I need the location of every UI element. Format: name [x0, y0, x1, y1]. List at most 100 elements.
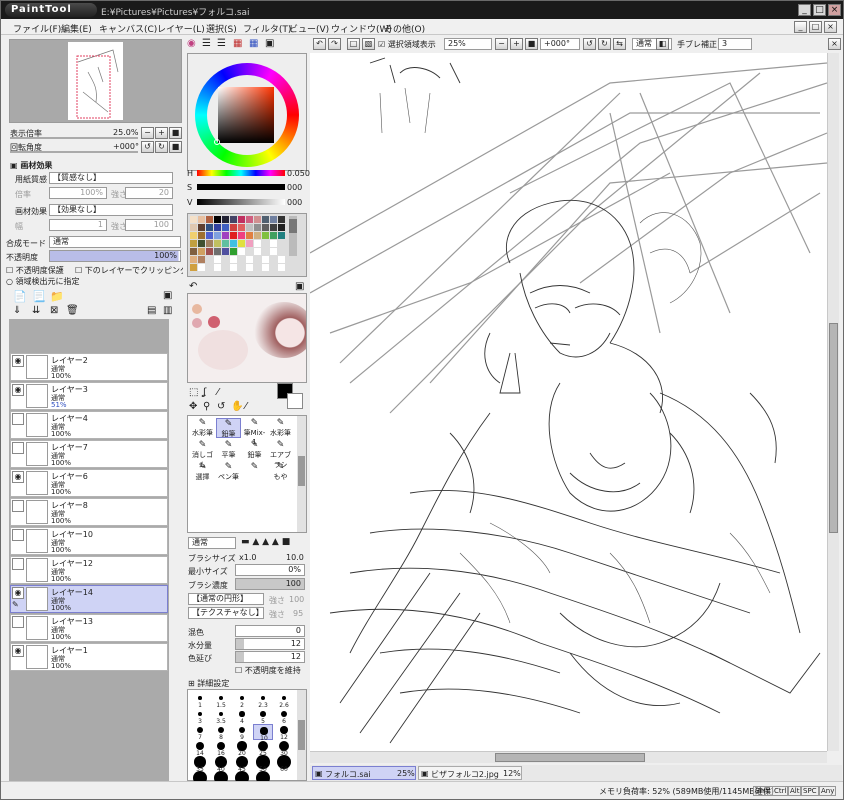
drawing-canvas[interactable] [310, 53, 827, 751]
brush-tool-slot[interactable]: ✎ 選擇 [190, 462, 215, 482]
menu-edit[interactable]: 編集(E) [61, 22, 92, 35]
scratchpad-menu-icon[interactable]: ▣ [295, 281, 304, 292]
clipping-checkbox[interactable]: ☐ 下のレイヤーでクリッピング [75, 265, 188, 276]
brush-tool-slot[interactable]: ✎ 平筆 [216, 440, 241, 460]
brush-size-cell[interactable]: 50 [253, 755, 273, 773]
layer-item[interactable]: ◉ ✎ レイヤー14 通常 100% [10, 585, 168, 613]
brush-size-cell[interactable]: 2.6 [274, 692, 294, 709]
hidden-eye-icon[interactable] [12, 558, 24, 570]
detail-settings-toggle[interactable]: ⊞ 詳細設定 [188, 678, 229, 689]
toolbar-zoom-reset-button[interactable]: ■ [525, 38, 538, 50]
mirror-button[interactable]: ◧ [656, 38, 669, 50]
zoom-out-button[interactable]: − [141, 127, 154, 139]
water-slider[interactable]: 12 [235, 638, 305, 650]
secondary-color-swatch[interactable] [287, 393, 303, 409]
brush-size-cell[interactable]: 3 [190, 708, 210, 725]
brush-tool-slot[interactable]: ✎ 筆Mix-1 [242, 418, 267, 446]
brush-tool-slot[interactable]: ✎ エアブラシ [268, 440, 293, 469]
brush-size-cell[interactable]: 20 [232, 740, 252, 757]
undo-button[interactable]: ↶ [313, 38, 326, 50]
brush-shape-select[interactable]: 【通常の円形】 [188, 593, 264, 605]
effect-intensity-field[interactable]: 100 [125, 219, 173, 231]
layer-panel-menu-icon[interactable]: ▣ [163, 290, 172, 301]
hidden-eye-icon[interactable] [12, 442, 24, 454]
eyedropper-icon[interactable]: ⁄ [245, 401, 247, 412]
brush-size-cell[interactable]: 7 [190, 724, 210, 741]
menu-canvas[interactable]: キャンバス(C) [99, 22, 157, 35]
brush-tool-slot[interactable]: ✎ もや [268, 462, 293, 482]
mdi-close-button[interactable]: × [824, 21, 837, 33]
canvas-horizontal-scrollbar[interactable] [310, 751, 827, 763]
zoom-tool-icon[interactable]: ⚲ [203, 401, 210, 412]
layer-item[interactable]: ◉ レイヤー3 通常 51% [10, 382, 168, 410]
brush-size-cell[interactable]: 2.3 [253, 692, 273, 709]
stretch-slider[interactable]: 12 [235, 651, 305, 663]
brush-size-cell[interactable]: 45 [232, 755, 252, 773]
eye-icon[interactable]: ◉ [12, 384, 24, 396]
lasso-icon[interactable]: ʆ [203, 387, 206, 398]
new-folder-icon[interactable]: 📁 [50, 290, 64, 303]
zoom-in-button[interactable]: + [155, 127, 168, 139]
collapse-icon[interactable]: ▣ [10, 161, 18, 170]
menu-window[interactable]: ウィンドウ(W) [331, 22, 392, 35]
brush-size-cell[interactable]: 9 [232, 724, 252, 741]
new-layer-icon[interactable]: 📄 [13, 290, 27, 303]
brush-size-cell[interactable]: 16 [211, 740, 231, 757]
sv-square[interactable] [218, 87, 274, 143]
navigator[interactable] [9, 39, 182, 123]
layer-item[interactable]: レイヤー4 通常 100% [10, 411, 168, 439]
brush-size-cell[interactable]: 60 [274, 755, 294, 773]
menu-view[interactable]: ビュー(V) [289, 22, 329, 35]
delete-layer-icon[interactable]: 🗑 [66, 305, 79, 316]
scratch-pad[interactable] [187, 293, 307, 383]
brush-size-cell[interactable]: 25 [253, 740, 273, 757]
hidden-eye-icon[interactable] [12, 616, 24, 628]
layer-list-toggle-icon[interactable]: ▥ [163, 305, 172, 316]
tab-document[interactable]: ▣ ビザフォルコ2.jpg 12% [418, 766, 522, 780]
brush-tool-slot[interactable]: ✎ [242, 462, 267, 482]
toolbar-zoom-in-button[interactable]: + [510, 38, 523, 50]
toolbar-rotate-left-button[interactable]: ↺ [583, 38, 596, 50]
menu-filter[interactable]: フィルタ(T) [243, 22, 291, 35]
mdi-restore-button[interactable]: □ [809, 21, 822, 33]
brush-size-cell[interactable]: 14 [190, 740, 210, 757]
brush-size-cell[interactable]: 4 [232, 708, 252, 725]
brush-texture-select[interactable]: 【テクスチャなし】 [188, 607, 264, 619]
menu-file[interactable]: ファイル(F) [13, 22, 61, 35]
user-color-mode-icon[interactable]: ▣ [265, 38, 274, 49]
new-linework-layer-icon[interactable]: 📃 [32, 290, 46, 303]
selection-source-checkbox[interactable]: ○ 領域検出元に指定 [6, 276, 80, 287]
tab-active-document[interactable]: ▣ フォルコ.sai 25% [312, 766, 416, 780]
paint-brush-icon[interactable]: ✎ [12, 600, 24, 611]
hsv-slider-mode-icon[interactable]: ☰ [217, 38, 226, 49]
brush-size-cell[interactable]: 3.5 [211, 708, 231, 725]
brush-tip-round-icon[interactable]: ▬ ▲ ▲ ▲ ■ [241, 537, 290, 547]
zoom-slider[interactable] [10, 137, 138, 139]
swatch-mode-icon[interactable]: ▦ [233, 38, 242, 49]
scratchpad-mode-icon[interactable]: ▦ [249, 38, 258, 49]
min-size-slider[interactable]: 0% [235, 564, 305, 576]
move-icon[interactable]: ✥ [189, 401, 197, 412]
swatches[interactable] [188, 214, 298, 276]
canvas-vertical-scrollbar[interactable] [827, 53, 839, 751]
brush-size-cell[interactable]: 35 [190, 756, 210, 773]
transfer-down-icon[interactable]: ⇓ [13, 305, 21, 316]
redo-button[interactable]: ↷ [328, 38, 341, 50]
layer-item[interactable]: レイヤー12 通常 100% [10, 556, 168, 584]
h-slider[interactable] [197, 170, 285, 176]
rect-select-icon[interactable]: ⬚ [189, 387, 198, 398]
brush-tool-slot[interactable]: ✎ 水彩筆 [268, 418, 293, 438]
layer-item[interactable]: レイヤー13 通常 100% [10, 614, 168, 642]
rotate-right-button[interactable]: ↻ [155, 141, 168, 153]
texture-select[interactable]: 【質感なし】 [49, 172, 173, 184]
eye-icon[interactable]: ◉ [12, 471, 24, 483]
opacity-slider[interactable]: 100% [49, 250, 181, 262]
menu-selection[interactable]: 選択(S) [206, 22, 237, 35]
maximize-button[interactable]: □ [813, 4, 826, 16]
rotate-tool-icon[interactable]: ↺ [217, 401, 225, 412]
brush-size-cell[interactable]: 30 [274, 740, 294, 757]
color-wheel-mode-icon[interactable]: ◉ [187, 38, 196, 49]
hand-icon[interactable]: ✋ [231, 401, 243, 412]
layer-item[interactable]: ◉ レイヤー1 通常 100% [10, 643, 168, 671]
brush-tool-slot[interactable]: ✎ 鉛筆 [242, 440, 267, 460]
